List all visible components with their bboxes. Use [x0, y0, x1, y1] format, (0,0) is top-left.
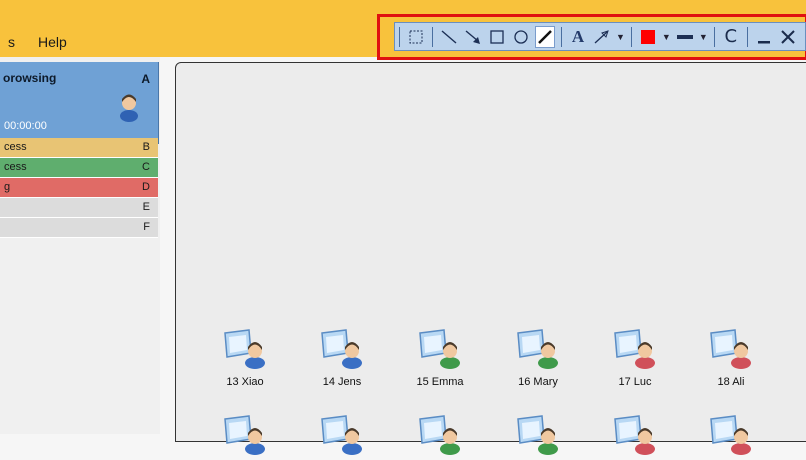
student-name: 13 Xiao [226, 376, 264, 388]
student-tile[interactable]: 17 Luc [600, 329, 670, 388]
group-row-c[interactable]: cess C [0, 158, 158, 178]
group-row-b[interactable]: cess B [0, 138, 158, 158]
student-computer-icon [321, 415, 362, 455]
toolbar-separator [713, 26, 715, 47]
ellipse-icon[interactable] [511, 26, 531, 48]
student-computer-icon [517, 415, 558, 455]
minimize-icon[interactable] [754, 26, 774, 48]
activity-label: orowsing [3, 71, 57, 85]
toolbar-grip[interactable] [399, 26, 400, 47]
left-panel: orowsing A 00:00:00 cess B cess C g D E … [0, 57, 160, 434]
student-tile[interactable] [503, 415, 573, 460]
student-tile[interactable] [600, 415, 670, 460]
toolbar-separator [432, 26, 433, 47]
student-name: 14 Jens [322, 376, 362, 388]
student-tile[interactable]: 13 Xiao [210, 329, 280, 388]
toolbar-separator [561, 26, 562, 47]
color-swatch-icon[interactable] [638, 26, 658, 48]
color-dropdown-icon[interactable]: ▼ [662, 32, 671, 42]
student-tile[interactable] [405, 415, 475, 460]
clear-button[interactable]: C [721, 26, 741, 48]
line-icon[interactable] [439, 26, 459, 48]
group-row-e[interactable]: E [0, 198, 158, 218]
student-computer-icon [710, 329, 751, 369]
student-name: 16 Mary [518, 376, 558, 388]
rectangle-icon[interactable] [487, 26, 507, 48]
student-grid-area: 13 Xiao 14 Jens 15 Emma 16 Mary 17 Luc 18 Ali [175, 62, 806, 455]
student-name: 17 Luc [618, 376, 652, 388]
group-row-d[interactable]: g D [0, 178, 158, 198]
student-computer-icon [321, 329, 362, 369]
student-tile[interactable]: 18 Ali [696, 329, 766, 388]
student-tile[interactable] [210, 415, 280, 460]
annotation-toolbar-highlight: A ▼ ▼ ▼ C [377, 14, 806, 60]
student-name: 15 Emma [416, 376, 464, 388]
menu-item-help[interactable]: Help [38, 34, 67, 50]
student-computer-icon [710, 415, 751, 455]
student-computer-icon [517, 329, 558, 369]
student-avatar-icon [120, 94, 138, 122]
student-tile[interactable]: 16 Mary [503, 329, 573, 388]
student-tile[interactable]: 14 Jens [307, 329, 377, 388]
pointer-icon[interactable] [592, 26, 612, 48]
student-name: 18 Ali [717, 376, 745, 388]
shortcut-key: A [141, 72, 150, 86]
pen-icon[interactable] [535, 25, 555, 48]
menu-item-truncated[interactable]: s [8, 34, 15, 50]
student-computer-icon [224, 329, 265, 369]
line-width-dropdown-icon[interactable]: ▼ [699, 32, 708, 42]
line-width-icon[interactable] [675, 26, 695, 48]
toolbar-separator [746, 26, 748, 47]
student-tile[interactable] [696, 415, 766, 460]
toolbar-separator [630, 26, 632, 47]
timer: 00:00:00 [4, 120, 47, 132]
annotation-toolbar: A ▼ ▼ ▼ C [394, 22, 806, 51]
student-computer-icon [419, 415, 460, 455]
group-row-f[interactable]: F [0, 218, 158, 238]
student-computer-icon [224, 415, 265, 455]
pointer-dropdown-icon[interactable]: ▼ [616, 32, 625, 42]
student-computer-icon [614, 415, 655, 455]
close-icon[interactable] [778, 26, 798, 48]
student-tile[interactable]: 15 Emma [405, 329, 475, 388]
active-student-card[interactable]: orowsing A 00:00:00 [0, 62, 159, 144]
student-computer-icon [614, 329, 655, 369]
text-tool-icon[interactable]: A [568, 26, 588, 48]
arrow-line-icon[interactable] [463, 26, 483, 48]
student-computer-icon [419, 329, 460, 369]
student-tile[interactable] [307, 415, 377, 460]
select-rect-icon[interactable] [406, 26, 426, 48]
